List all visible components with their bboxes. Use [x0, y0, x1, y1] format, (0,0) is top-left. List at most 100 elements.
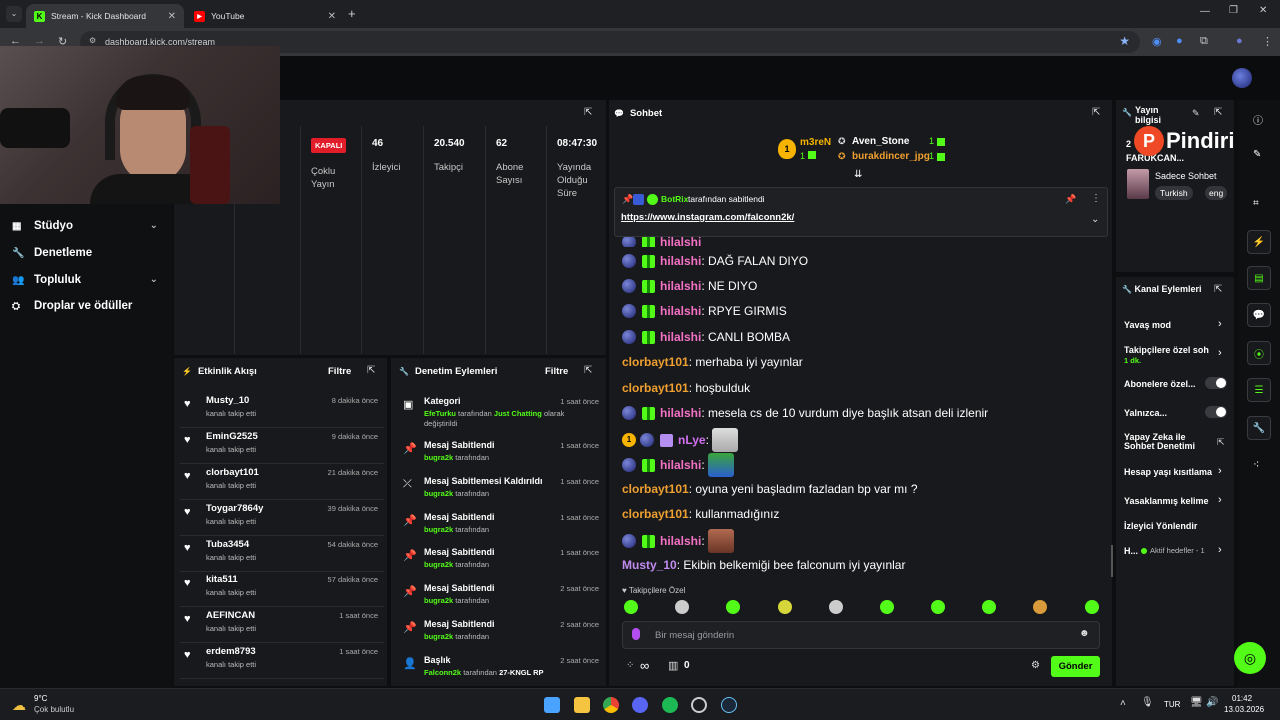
close-tab-icon[interactable]: ✕ — [168, 11, 176, 22]
unpin-icon[interactable]: 📌 — [1065, 194, 1076, 205]
popout-icon[interactable]: ⇱ — [1217, 437, 1225, 448]
quick-action-document[interactable]: ▤ — [1247, 266, 1271, 290]
chevron-right-icon[interactable]: › — [1218, 544, 1222, 556]
extensions-puzzle-icon[interactable]: ⧉ — [1200, 35, 1208, 48]
clock-date[interactable]: 13.03.2026 — [1224, 705, 1264, 714]
chat-username[interactable]: clorbayt101 — [622, 355, 689, 369]
emoji-icon[interactable]: ☻ — [1079, 628, 1090, 639]
activity-user[interactable]: Tuba3454 — [206, 539, 249, 550]
extension-icon[interactable]: ● — [1176, 35, 1183, 47]
channel-points-icon[interactable]: ⁘ — [626, 660, 634, 671]
clock-time[interactable]: 01:42 — [1232, 694, 1252, 703]
pinned-message[interactable]: 📌 BotRix tarafından sabitlendi 📌 ⋮ https… — [614, 187, 1108, 237]
quick-action-chat[interactable]: 💬 — [1247, 303, 1271, 327]
chat-settings-icon[interactable]: ⚙ — [1031, 660, 1040, 671]
leaderboard-user[interactable]: Aven_Stone — [852, 136, 909, 147]
support-button[interactable]: ◎ — [1234, 642, 1266, 674]
windows-start-icon[interactable] — [544, 697, 560, 713]
tray-overflow-icon[interactable]: ˄ — [1120, 698, 1126, 709]
slow-mode-action[interactable]: Yavaş mod — [1124, 320, 1230, 330]
account-age-action[interactable]: Hesap yaşı kısıtlama — [1124, 467, 1214, 477]
leaderboard-user[interactable]: m3reN — [800, 137, 831, 148]
leaderboard-user[interactable]: burakdincer_jpg — [852, 151, 930, 162]
emote-button[interactable] — [880, 600, 894, 614]
extension-icon[interactable]: ◉ — [1152, 35, 1162, 48]
tab-youtube[interactable]: ▶ YouTube ✕ — [186, 4, 344, 28]
chevron-down-icon[interactable]: ⌄ — [1091, 214, 1099, 225]
browser-menu-icon[interactable]: ⋮ — [1262, 35, 1273, 48]
chat-username[interactable]: hilalshi — [660, 330, 701, 344]
moderator-name[interactable]: bugra2k — [424, 632, 453, 641]
viewer-redirect-action[interactable]: İzleyici Yönlendir — [1124, 521, 1230, 531]
sidebar-item-moderation[interactable]: 🔧 Denetleme — [12, 247, 92, 259]
ai-moderation-action[interactable]: Yapay Zeka ile Sohbet Denetimi — [1124, 433, 1204, 451]
tab-kick-dashboard[interactable]: K Stream - Kick Dashboard ✕ — [26, 4, 184, 28]
chat-username[interactable]: Musty_10 — [622, 558, 677, 572]
popout-icon[interactable]: ⇱ — [584, 107, 592, 118]
emote-button[interactable] — [982, 600, 996, 614]
profile-avatar-icon[interactable]: ● — [1236, 35, 1243, 47]
emote-only-toggle[interactable] — [1205, 406, 1227, 418]
quick-action-broadcast[interactable]: ⦿ — [1247, 341, 1271, 365]
filter-button[interactable]: Filtre — [545, 366, 568, 377]
chat-username[interactable]: hilalshi — [660, 237, 701, 247]
chat-username[interactable]: hilalshi — [660, 406, 701, 420]
more-options-icon[interactable]: ⋮ — [1091, 193, 1101, 204]
more-actions-icon[interactable]: ⁖ — [1253, 458, 1259, 471]
microphone-icon[interactable] — [632, 628, 640, 640]
activity-user[interactable]: kita511 — [206, 574, 238, 585]
chevron-right-icon[interactable]: › — [1218, 318, 1222, 330]
moderator-name[interactable]: EfeTurku — [424, 409, 456, 418]
chat-username[interactable]: hilalshi — [660, 534, 701, 548]
moderator-name[interactable]: bugra2k — [424, 525, 453, 534]
activity-user[interactable]: clorbayt101 — [206, 467, 259, 478]
chat-scrollbar[interactable] — [1111, 545, 1113, 577]
microphone-icon[interactable]: 🎙 — [1141, 697, 1154, 708]
steam-icon[interactable] — [721, 697, 737, 713]
emote-button[interactable] — [726, 600, 740, 614]
emote-button[interactable] — [1033, 600, 1047, 614]
popout-icon[interactable]: ⇱ — [1214, 284, 1222, 295]
chat-username[interactable]: clorbayt101 — [622, 381, 689, 395]
send-button[interactable]: Gönder — [1051, 656, 1100, 677]
emote-button[interactable] — [778, 600, 792, 614]
activity-user[interactable]: AEFINCAN — [206, 610, 255, 621]
chevron-down-icon[interactable]: ⌄ — [150, 220, 158, 231]
category-name[interactable]: Sadece Sohbet — [1155, 171, 1217, 181]
sidebar-item-community[interactable]: 👥 Topluluk — [12, 274, 81, 286]
emote-button[interactable] — [829, 600, 843, 614]
followers-only-action[interactable]: Takipçilere özel soh — [1124, 345, 1214, 355]
expand-leaderboard-icon[interactable]: ⇊ — [854, 169, 862, 180]
pinned-link[interactable]: https://www.instagram.com/falconn2k/ — [621, 212, 794, 223]
maximize-icon[interactable]: ❐ — [1229, 5, 1238, 16]
chat-username[interactable]: hilalshi — [660, 458, 701, 472]
emote-button[interactable] — [624, 600, 638, 614]
close-window-icon[interactable]: ✕ — [1259, 5, 1267, 16]
site-info-icon[interactable]: ⚙ — [89, 36, 96, 45]
emote-button[interactable] — [675, 600, 689, 614]
chevron-right-icon[interactable]: › — [1218, 347, 1222, 359]
app-icon[interactable] — [691, 697, 707, 713]
quick-action-lightning[interactable]: ⚡ — [1247, 230, 1271, 254]
spotify-icon[interactable] — [662, 697, 678, 713]
volume-icon[interactable]: 🔊 — [1206, 697, 1218, 708]
chevron-down-icon[interactable]: ⌄ — [150, 274, 158, 285]
edit-icon[interactable]: ✎ — [1253, 149, 1261, 160]
discord-icon[interactable] — [632, 697, 648, 713]
moderator-name[interactable]: Falconn2k — [424, 668, 461, 677]
activity-user[interactable]: Musty_10 — [206, 395, 249, 406]
edit-icon[interactable]: ✎ — [1192, 108, 1200, 119]
user-avatar[interactable] — [1232, 68, 1252, 88]
popout-icon[interactable]: ⇱ — [367, 365, 375, 376]
filter-button[interactable]: Filtre — [328, 366, 351, 377]
tab-list-button[interactable]: ⌄ — [6, 6, 22, 22]
keyboard-language[interactable]: TUR — [1164, 700, 1180, 709]
store-icon[interactable]: ▥ — [668, 659, 678, 672]
sidebar-item-drops[interactable]: ⛭ Droplar ve ödüller — [12, 300, 132, 312]
chevron-right-icon[interactable]: › — [1218, 465, 1222, 477]
subscribers-only-toggle[interactable] — [1205, 377, 1227, 389]
close-tab-icon[interactable]: ✕ — [328, 11, 336, 22]
chat-username[interactable]: clorbayt101 — [622, 507, 689, 521]
chat-username[interactable]: hilalshi — [660, 304, 701, 318]
sidebar-item-studio[interactable]: ▦ Stüdyo — [12, 220, 73, 232]
